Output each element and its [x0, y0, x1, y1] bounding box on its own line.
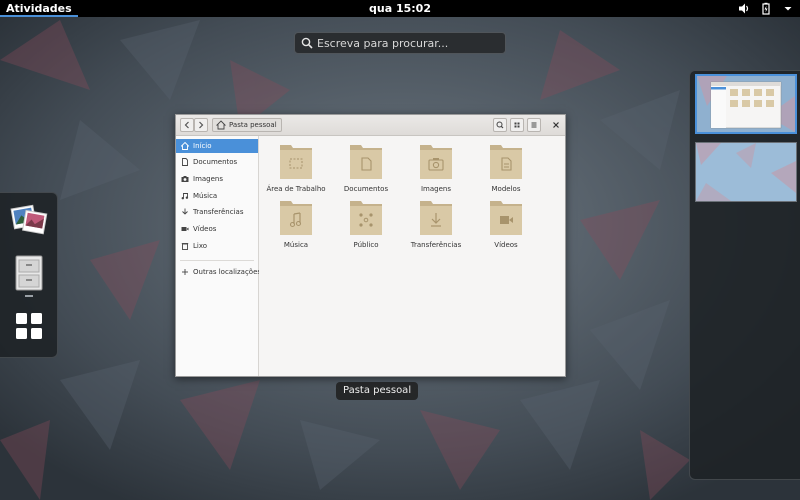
show-apps-icon[interactable] — [10, 307, 48, 345]
folder-desktop-icon — [280, 145, 312, 179]
sidebar-item-musica[interactable]: Música — [176, 189, 258, 203]
battery-icon[interactable] — [760, 2, 772, 15]
sidebar-item-label: Imagens — [193, 175, 224, 183]
workspace-1[interactable] — [695, 74, 797, 134]
folder-share-icon — [350, 201, 382, 235]
folder-document-icon — [350, 145, 382, 179]
folder-publico[interactable]: Público — [333, 198, 399, 250]
sidebar-item-label: Música — [193, 192, 218, 200]
dash — [0, 192, 58, 358]
menu-button[interactable] — [527, 118, 541, 132]
forward-button[interactable] — [194, 118, 208, 132]
sidebar-item-documentos[interactable]: Documentos — [176, 155, 258, 169]
sidebar-item-inicio[interactable]: Início — [176, 139, 258, 153]
sidebar-item-label: Documentos — [193, 158, 238, 166]
sidebar-item-label: Início — [193, 142, 212, 150]
search-icon — [301, 37, 313, 49]
sidebar-item-label: Outras localizações — [193, 268, 262, 276]
sidebar-item-outras-localizacoes[interactable]: Outras localizações — [176, 265, 262, 279]
home-icon — [181, 142, 189, 150]
sidebar-item-label: Transferências — [193, 208, 244, 216]
download-icon — [182, 208, 188, 215]
home-icon — [216, 120, 226, 130]
sidebar-item-label: Vídeos — [193, 225, 217, 233]
folder-label: Imagens — [420, 185, 451, 193]
workspace-2[interactable] — [695, 142, 797, 202]
folder-camera-icon — [420, 145, 452, 179]
volume-icon[interactable] — [738, 2, 750, 15]
trash-icon — [181, 243, 189, 250]
folder-videos[interactable]: Vídeos — [473, 198, 539, 250]
sidebar-separator — [180, 260, 254, 261]
chevron-down-icon[interactable] — [782, 2, 794, 15]
folder-modelos[interactable]: Modelos — [473, 142, 539, 194]
folder-musica[interactable]: Música — [263, 198, 329, 250]
sidebar-item-videos[interactable]: Vídeos — [176, 222, 258, 236]
grid-icon — [514, 122, 520, 128]
system-tray[interactable] — [738, 2, 794, 15]
activities-button[interactable]: Atividades — [0, 0, 78, 17]
folder-transferencias[interactable]: Transferências — [403, 198, 469, 250]
folder-imagens[interactable]: Imagens — [403, 142, 469, 194]
clock-label[interactable]: qua 15:02 — [369, 2, 431, 15]
search-input[interactable] — [317, 35, 497, 51]
camera-icon — [181, 176, 189, 182]
folder-label: Modelos — [491, 185, 521, 193]
folder-video-icon — [490, 201, 522, 235]
folder-template-icon — [490, 145, 522, 179]
image-viewer-icon[interactable] — [10, 201, 48, 239]
close-icon — [553, 122, 559, 128]
sidebar-item-lixo[interactable]: Lixo — [176, 239, 258, 253]
search-box[interactable] — [294, 32, 506, 54]
folder-download-icon — [420, 201, 452, 235]
file-grid: Área de Trabalho Documentos Imagens Mode… — [259, 136, 565, 376]
folder-label: Público — [353, 241, 379, 249]
folder-music-icon — [280, 201, 312, 235]
folder-label: Transferências — [410, 241, 462, 249]
running-indicator — [25, 295, 33, 297]
grid-view-button[interactable] — [510, 118, 524, 132]
sidebar-item-transferencias[interactable]: Transferências — [176, 205, 258, 219]
sidebar-item-label: Lixo — [193, 242, 208, 250]
workspace-switcher — [689, 70, 800, 480]
search-toggle-button[interactable] — [493, 118, 507, 132]
files-window[interactable]: Pasta pessoal Início Documentos Imagens — [175, 114, 566, 377]
music-icon — [181, 193, 189, 200]
path-bar-home[interactable]: Pasta pessoal — [212, 118, 282, 132]
folder-label: Vídeos — [494, 241, 518, 249]
document-icon — [182, 158, 188, 166]
close-button[interactable] — [549, 118, 563, 132]
header-bar: Pasta pessoal — [176, 115, 565, 136]
back-button[interactable] — [180, 118, 194, 132]
file-manager-icon[interactable] — [10, 253, 48, 291]
video-icon — [181, 227, 189, 231]
clock: qua 15:02 — [0, 0, 800, 17]
folder-label: Música — [283, 241, 309, 249]
top-bar: Atividades qua 15:02 — [0, 0, 800, 17]
path-label: Pasta pessoal — [229, 121, 277, 129]
folder-documentos[interactable]: Documentos — [333, 142, 399, 194]
places-sidebar: Início Documentos Imagens Música Transfe… — [176, 136, 262, 376]
sidebar-item-imagens[interactable]: Imagens — [176, 172, 258, 186]
folder-label: Área de Trabalho — [266, 185, 326, 193]
folder-label: Documentos — [343, 185, 389, 193]
hamburger-icon — [531, 122, 537, 128]
window-caption: Pasta pessoal — [336, 382, 419, 400]
folder-area-de-trabalho[interactable]: Área de Trabalho — [263, 142, 329, 194]
plus-icon — [182, 269, 188, 275]
